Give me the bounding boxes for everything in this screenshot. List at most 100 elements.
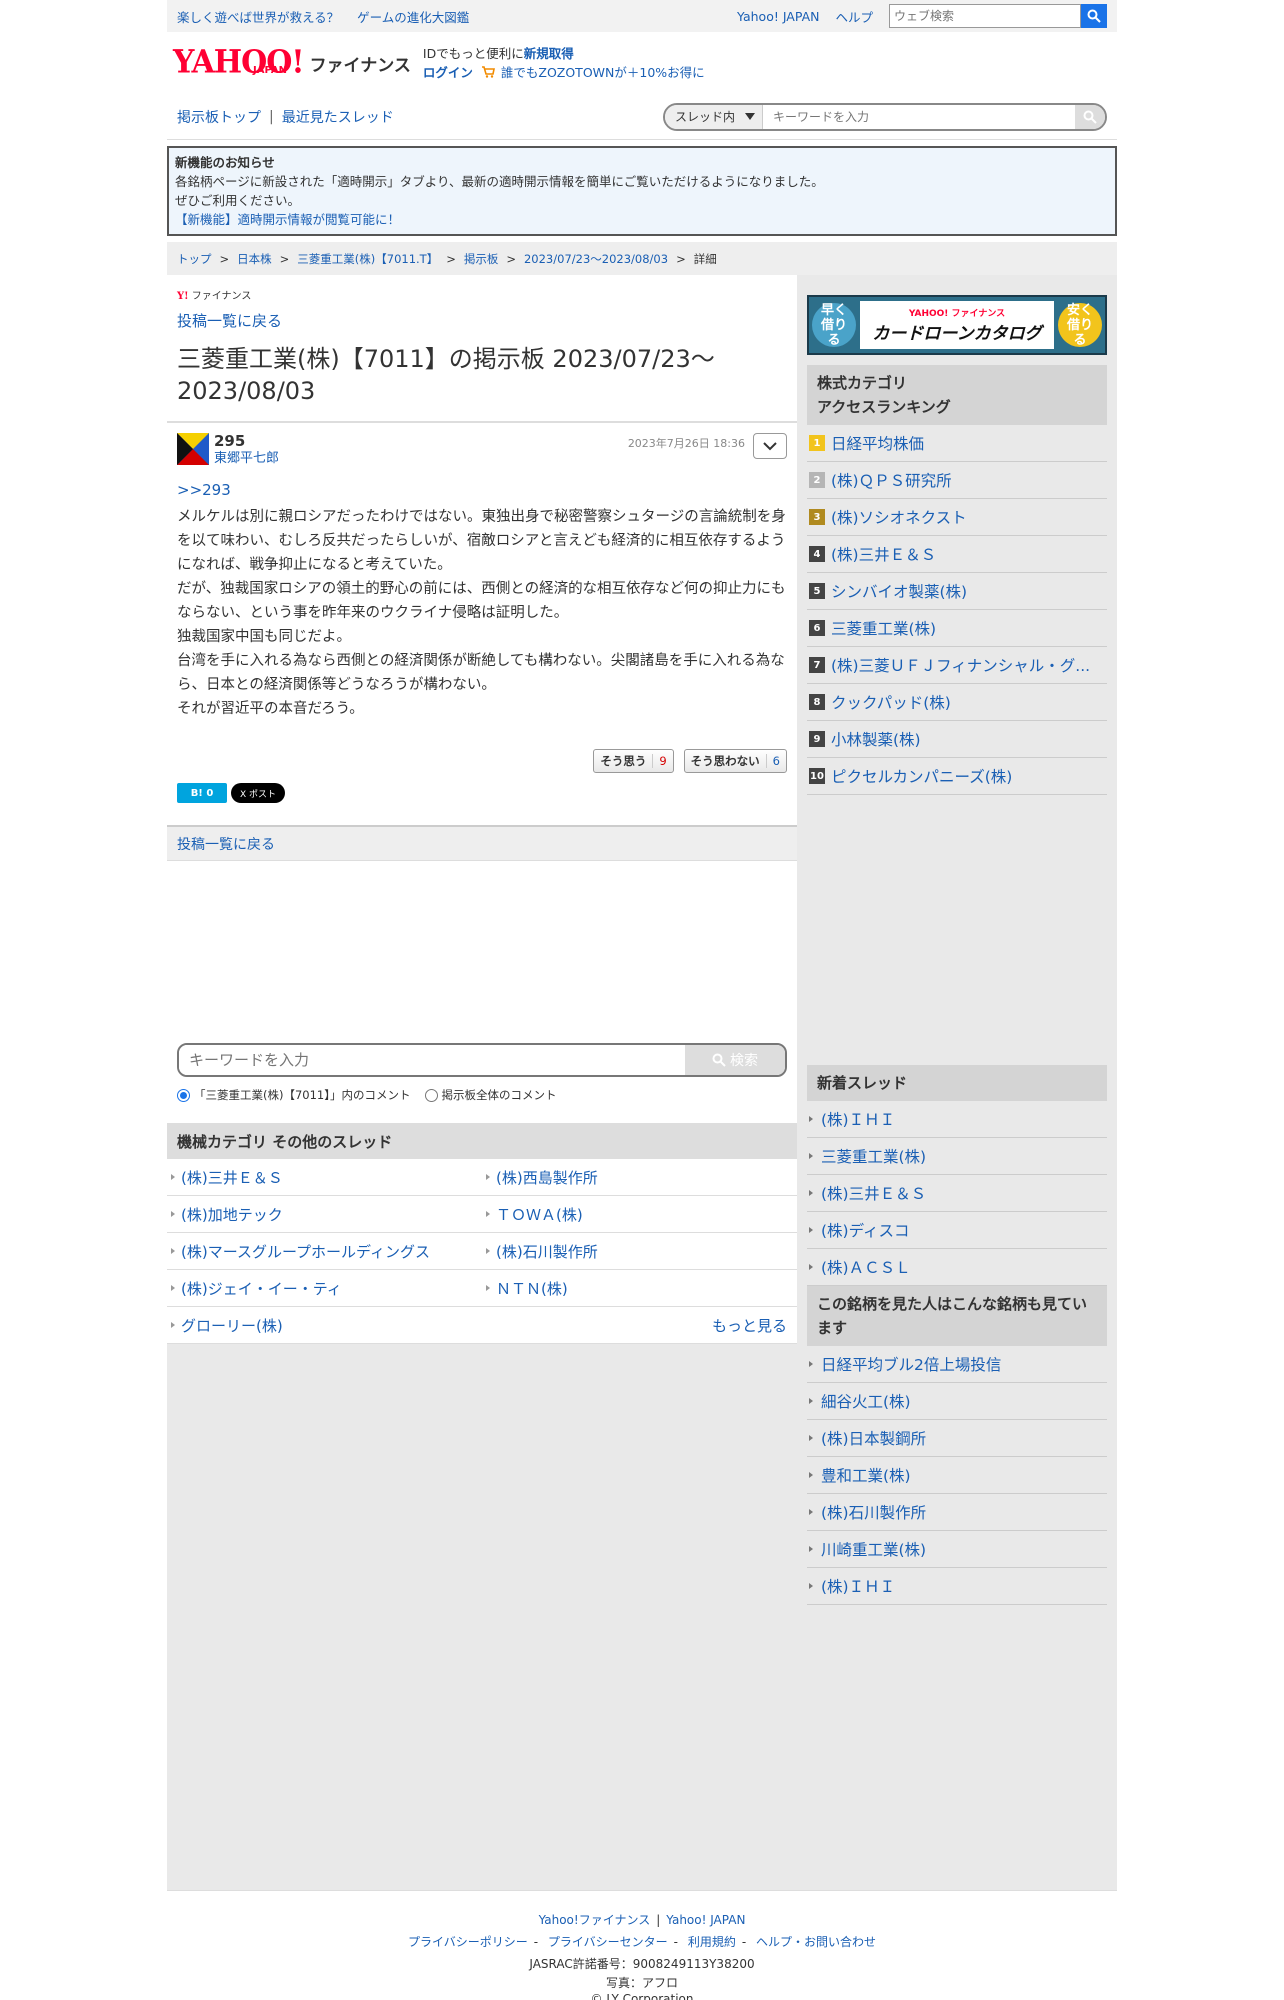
ranking-item[interactable]: 10 ピクセルカンパニーズ(株) — [807, 758, 1107, 795]
comment-search-input[interactable] — [179, 1045, 685, 1075]
new-thread-item-link[interactable]: 三菱重工業(株) — [821, 1145, 926, 1167]
scope-select[interactable]: スレッド内 — [665, 104, 763, 129]
also-viewed-item-link[interactable]: 豊和工業(株) — [821, 1464, 911, 1486]
footer-privacy-center[interactable]: プライバシーセンター — [548, 1935, 668, 1949]
new-thread-item-link[interactable]: (株)ディスコ — [821, 1219, 910, 1241]
ranking-item[interactable]: 4 (株)三井Ｅ＆Ｓ — [807, 536, 1107, 573]
ad-left-badge: 早く借りる — [812, 303, 856, 348]
also-viewed-item[interactable]: (株)日本製鋼所 — [807, 1420, 1107, 1457]
also-viewed-item[interactable]: 川崎重工業(株) — [807, 1531, 1107, 1568]
new-thread-item-link[interactable]: (株)ＡＣＳＬ — [821, 1256, 911, 1278]
ranking-link[interactable]: 日経平均株価 — [831, 432, 924, 454]
category-item[interactable]: (株)マースグループホールディングス — [167, 1233, 482, 1270]
ranking-item[interactable]: 3 (株)ソシオネクスト — [807, 499, 1107, 536]
thread-search-button[interactable] — [1075, 104, 1105, 129]
post-menu-button[interactable] — [753, 433, 787, 459]
post-user[interactable]: 東郷平七郎 — [214, 451, 279, 466]
board-top-link[interactable]: 掲示板トップ — [177, 107, 261, 127]
ranking-item[interactable]: 5 シンバイオ製薬(株) — [807, 573, 1107, 610]
new-thread-item-link[interactable]: (株)ＩＨＩ — [821, 1108, 895, 1130]
vote-buttons: そう思う 9 そう思わない 6 — [177, 749, 787, 773]
x-post-button[interactable]: X ポスト — [231, 783, 285, 803]
notice-link[interactable]: 【新機能】適時開示情報が閲覧可能に！ — [175, 212, 400, 227]
footer-yahoo-link[interactable]: Yahoo! JAPAN — [666, 1913, 745, 1927]
new-thread-item[interactable]: (株)ＩＨＩ — [807, 1101, 1107, 1138]
category-item[interactable]: (株)加地テック — [167, 1196, 482, 1233]
crumb-period[interactable]: 2023/07/23〜2023/08/03 — [524, 251, 668, 267]
also-viewed-item-link[interactable]: (株)石川製作所 — [821, 1501, 926, 1523]
new-thread-item[interactable]: 三菱重工業(株) — [807, 1138, 1107, 1175]
recent-threads-link[interactable]: 最近見たスレッド — [282, 107, 394, 127]
hatena-bookmark-button[interactable]: B! 0 — [177, 783, 227, 803]
ranking-item[interactable]: 1 日経平均株価 — [807, 425, 1107, 462]
footer-finance-link[interactable]: Yahoo!ファイナンス — [539, 1913, 651, 1927]
crumb-japan-stocks[interactable]: 日本株 — [237, 251, 272, 267]
radio-this-board[interactable]: 「三菱重工業(株)【7011】」内のコメント — [177, 1087, 411, 1103]
comment-search-button[interactable]: 検索 — [685, 1045, 785, 1075]
ranking-item[interactable]: 7 (株)三菱ＵＦＪフィナンシャル・グ... — [807, 647, 1107, 684]
main-bottom-filler — [167, 1344, 797, 1890]
card-loan-ad[interactable]: 早く借りる YAHOO! ファイナンス カードローンカタログ 安く借りる — [807, 295, 1107, 355]
also-viewed-item[interactable]: (株)石川製作所 — [807, 1494, 1107, 1531]
more-link[interactable]: もっと見る — [712, 1315, 787, 1336]
also-viewed-item[interactable]: 日経平均ブル2倍上場投信 — [807, 1346, 1107, 1383]
ranking-link[interactable]: 三菱重工業(株) — [831, 617, 936, 639]
also-viewed-item-link[interactable]: 日経平均ブル2倍上場投信 — [821, 1353, 1001, 1375]
new-thread-item[interactable]: (株)ディスコ — [807, 1212, 1107, 1249]
also-viewed-item-link[interactable]: (株)日本製鋼所 — [821, 1427, 926, 1449]
also-viewed-item-link[interactable]: (株)ＩＨＩ — [821, 1575, 895, 1597]
web-search-button[interactable] — [1081, 4, 1107, 28]
new-thread-item[interactable]: (株)三井Ｅ＆Ｓ — [807, 1175, 1107, 1212]
rank-badge: 1 — [809, 435, 825, 451]
ranking-link[interactable]: (株)ＱＰＳ研究所 — [831, 469, 952, 491]
yahoo-japan-link[interactable]: Yahoo! JAPAN — [737, 9, 819, 24]
category-item[interactable]: グローリー(株) — [181, 1315, 283, 1336]
ranking-item[interactable]: 8 クックパッド(株) — [807, 684, 1107, 721]
category-item[interactable]: ＴＯＷＡ(株) — [482, 1196, 797, 1233]
also-viewed-item[interactable]: (株)ＩＨＩ — [807, 1568, 1107, 1605]
comment-search: 検索 — [177, 1043, 787, 1077]
also-viewed-item[interactable]: 豊和工業(株) — [807, 1457, 1107, 1494]
category-item[interactable]: (株)ジェイ・イー・ティ — [167, 1270, 482, 1307]
category-item[interactable]: (株)三井Ｅ＆Ｓ — [167, 1159, 482, 1196]
ranking-link[interactable]: (株)三井Ｅ＆Ｓ — [831, 543, 936, 565]
ranking-link[interactable]: ピクセルカンパニーズ(株) — [831, 765, 1012, 787]
also-viewed-item-link[interactable]: 川崎重工業(株) — [821, 1538, 926, 1560]
ranking-item[interactable]: 9 小林製薬(株) — [807, 721, 1107, 758]
crumb-top[interactable]: トップ — [177, 251, 212, 267]
radio-all-boards[interactable]: 掲示板全体のコメント — [424, 1087, 557, 1103]
help-link[interactable]: ヘルプ — [835, 7, 873, 26]
ranking-link[interactable]: シンバイオ製薬(株) — [831, 580, 967, 602]
new-thread-item-link[interactable]: (株)三井Ｅ＆Ｓ — [821, 1182, 926, 1204]
yahoo-finance-logo[interactable]: YAHOO! JAPAN ファイナンス — [173, 47, 411, 79]
new-thread-item[interactable]: (株)ＡＣＳＬ — [807, 1249, 1107, 1286]
register-link[interactable]: 新規取得 — [524, 46, 574, 61]
promo-link-1[interactable]: 楽しく遊べば世界が救える？ — [177, 10, 339, 25]
crumb-stock[interactable]: 三菱重工業(株)【7011.T】 — [297, 251, 438, 267]
footer-privacy-policy[interactable]: プライバシーポリシー — [408, 1935, 528, 1949]
ranking-item[interactable]: 2 (株)ＱＰＳ研究所 — [807, 462, 1107, 499]
ranking-link[interactable]: クックパッド(株) — [831, 691, 951, 713]
category-item[interactable]: (株)西島製作所 — [482, 1159, 797, 1196]
back-to-list-link-bottom[interactable]: 投稿一覧に戻る — [177, 834, 275, 854]
ranking-link[interactable]: (株)三菱ＵＦＪフィナンシャル・グ... — [831, 654, 1090, 676]
category-item[interactable]: (株)石川製作所 — [482, 1233, 797, 1270]
disagree-button[interactable]: そう思わない 6 — [683, 749, 787, 773]
zozo-promo-link[interactable]: 誰でもZOZOTOWNが＋10%お得に — [501, 65, 705, 80]
also-viewed-item[interactable]: 細谷火工(株) — [807, 1383, 1107, 1420]
category-item[interactable]: ＮＴＮ(株) — [482, 1270, 797, 1307]
ranking-link[interactable]: 小林製薬(株) — [831, 728, 921, 750]
footer-terms[interactable]: 利用規約 — [688, 1935, 736, 1949]
reply-to-link[interactable]: >>293 — [177, 481, 787, 499]
web-search-input[interactable] — [889, 4, 1081, 28]
back-to-list-link[interactable]: 投稿一覧に戻る — [177, 312, 282, 330]
login-link[interactable]: ログイン — [423, 65, 473, 80]
ranking-item[interactable]: 6 三菱重工業(株) — [807, 610, 1107, 647]
also-viewed-item-link[interactable]: 細谷火工(株) — [821, 1390, 911, 1412]
footer-help[interactable]: ヘルプ・お問い合わせ — [756, 1935, 876, 1949]
agree-button[interactable]: そう思う 9 — [593, 749, 674, 773]
ranking-link[interactable]: (株)ソシオネクスト — [831, 506, 967, 528]
crumb-board[interactable]: 掲示板 — [464, 251, 499, 267]
thread-search-input[interactable] — [763, 104, 1075, 129]
promo-link-2[interactable]: ゲームの進化大図鑑 — [357, 10, 469, 25]
